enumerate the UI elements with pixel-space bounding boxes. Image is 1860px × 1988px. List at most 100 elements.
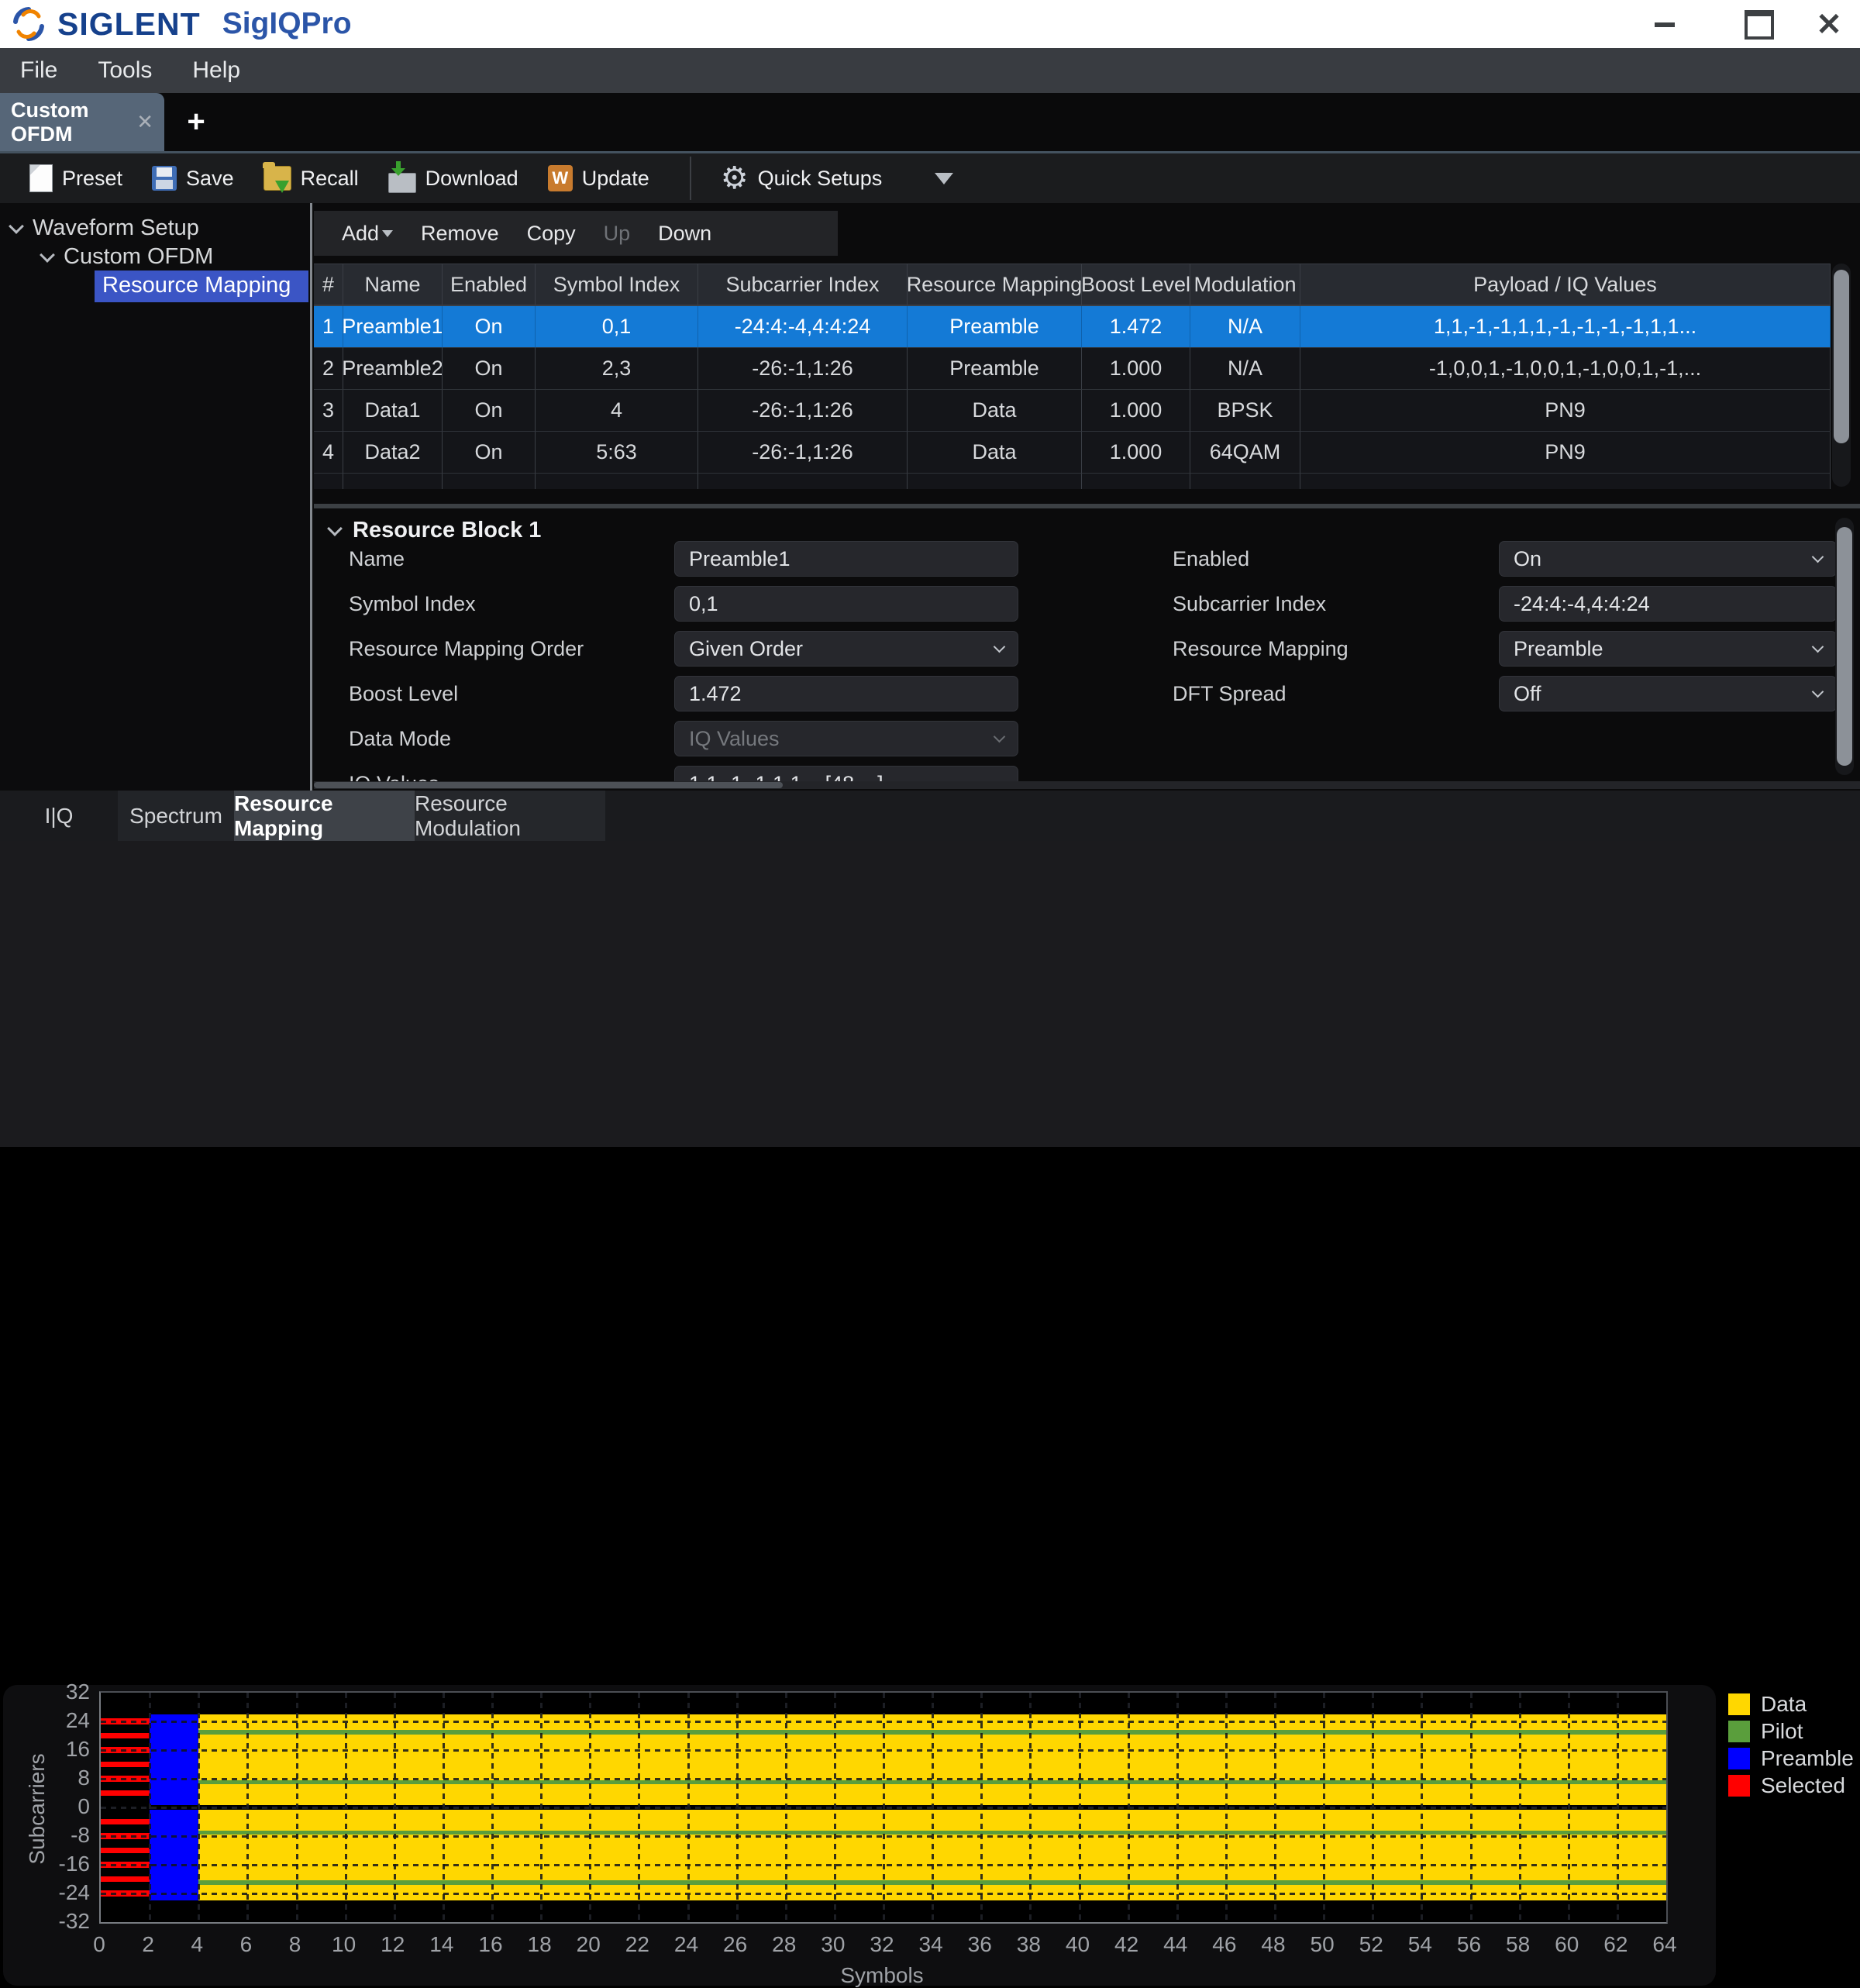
maximize-button[interactable] <box>1744 9 1775 40</box>
x-tick-label: 60 <box>1544 1932 1590 1957</box>
siglent-swirl-icon <box>11 6 46 42</box>
tree-item-waveform-setup[interactable]: Waveform Setup <box>11 215 199 241</box>
x-tick-label: 50 <box>1299 1932 1345 1957</box>
x-tick-label: 4 <box>174 1932 220 1957</box>
field-dropdown-enabled[interactable]: On <box>1499 541 1837 577</box>
x-tick-label: 12 <box>370 1932 416 1957</box>
toolbar-button-label: Preset <box>62 167 122 191</box>
menu-item-help[interactable]: Help <box>172 57 260 84</box>
field-input-subcarrier-index[interactable]: -24:4:-4,4:4:24 <box>1499 586 1837 622</box>
field-value: On <box>1514 547 1541 571</box>
close-button[interactable]: ✕ <box>1814 9 1844 40</box>
column-header-boost-level: Boost Level <box>1082 264 1190 306</box>
toolbar-button-recall[interactable]: Recall <box>264 166 359 191</box>
field-dropdown-data-mode: IQ Values <box>674 721 1018 756</box>
view-tab-i-q[interactable]: I|Q <box>0 791 118 841</box>
chevron-down-icon[interactable] <box>40 247 55 263</box>
form-horizontal-scrollbar[interactable] <box>314 781 1860 789</box>
x-tick-label: 22 <box>614 1932 660 1957</box>
field-input-name[interactable]: Preamble1 <box>674 541 1018 577</box>
toolbar-button-save[interactable]: Save <box>152 166 234 191</box>
table-cell: PN9 <box>1300 390 1831 432</box>
gridline-horizontal <box>101 1835 1666 1838</box>
resource-mapping-table: #NameEnabledSymbol IndexSubcarrier Index… <box>314 264 1831 489</box>
chevron-down-icon[interactable] <box>935 173 953 184</box>
toolbar-button-preset[interactable]: Preset <box>29 164 122 192</box>
view-tab-spectrum[interactable]: Spectrum <box>118 791 234 841</box>
table-cell: 4 <box>314 432 343 474</box>
table-cell: Preamble <box>908 348 1082 390</box>
table-toolbar-down-button[interactable]: Down <box>658 222 711 246</box>
field-input-iq-values[interactable]: 1,1,-1,-1,1,1... [48 ...] <box>674 766 1018 781</box>
minimize-button[interactable] <box>1649 9 1680 40</box>
field-input-boost-level[interactable]: 1.472 <box>674 676 1018 711</box>
title-bar: SIGLENT SigIQPro ✕ <box>0 0 1860 48</box>
column-header-modulation: Modulation <box>1190 264 1300 306</box>
table-scroll-thumb[interactable] <box>1834 270 1849 443</box>
column-header-resource-mapping: Resource Mapping <box>908 264 1082 306</box>
field-value: Given Order <box>689 637 803 661</box>
tree-item-custom-ofdm[interactable]: Custom OFDM <box>42 244 213 270</box>
column-header-subcarrier-index: Subcarrier Index <box>698 264 908 306</box>
field-label: IQ Values <box>349 772 439 782</box>
chart-legend: DataPilotPreambleSelected <box>1728 1692 1854 1798</box>
column-header-symbol-index: Symbol Index <box>536 264 698 306</box>
form-vertical-scrollbar[interactable] <box>1835 518 1854 775</box>
toolbar-button-download[interactable]: Download <box>388 167 518 191</box>
tree-item-resource-mapping[interactable]: Resource Mapping <box>95 270 308 302</box>
view-tab-resource-mapping[interactable]: Resource Mapping <box>234 791 415 841</box>
table-row[interactable]: 2Preamble2On2,3-26:-1,1:26Preamble1.000N… <box>314 348 1831 390</box>
region-selected-bars <box>101 1819 150 1824</box>
x-tick-label: 28 <box>761 1932 808 1957</box>
table-vertical-scrollbar[interactable] <box>1832 264 1851 487</box>
toolbar-button-label: Update <box>582 167 649 191</box>
table-row[interactable]: 3Data1On4-26:-1,1:26Data1.000BPSKPN9 <box>314 390 1831 432</box>
column-header-enabled: Enabled <box>443 264 536 306</box>
menu-item-tools[interactable]: Tools <box>78 57 172 84</box>
table-cell: N/A <box>1190 348 1300 390</box>
field-value: Preamble1 <box>689 547 790 571</box>
chevron-down-icon <box>1812 550 1824 563</box>
legend-label-text: Preamble <box>1761 1746 1854 1771</box>
view-tab-resource-modulation[interactable]: Resource Modulation <box>415 791 605 841</box>
field-input-symbol-index[interactable]: 0,1 <box>674 586 1018 622</box>
tab-close-icon[interactable]: ✕ <box>136 110 153 134</box>
quick-setups-button[interactable]: ⚙Quick Setups <box>721 163 953 194</box>
table-toolbar-add-button[interactable]: Add <box>342 222 393 246</box>
field-value: Off <box>1514 682 1541 706</box>
field-dropdown-resource-mapping[interactable]: Preamble <box>1499 631 1837 667</box>
table-cell: On <box>443 390 536 432</box>
toolbar-button-update[interactable]: WUpdate <box>548 165 649 191</box>
x-tick-label: 44 <box>1152 1932 1199 1957</box>
table-cell <box>1082 474 1190 489</box>
form-row-resource-mapping-order: Resource Mapping Order <box>349 631 584 667</box>
add-tab-button[interactable]: + <box>177 102 215 141</box>
minimize-icon <box>1655 22 1675 27</box>
field-value: 0,1 <box>689 592 718 616</box>
x-tick-label: 24 <box>663 1932 710 1957</box>
tab-custom-ofdm[interactable]: Custom OFDM ✕ <box>0 93 164 151</box>
chevron-down-icon[interactable] <box>9 219 24 234</box>
table-row[interactable]: 1Preamble1On0,1-24:4:-4,4:4:24Preamble1.… <box>314 306 1831 348</box>
form-scroll-thumb[interactable] <box>1837 527 1852 766</box>
field-label: Name <box>349 547 405 571</box>
field-dropdown-dft-spread[interactable]: Off <box>1499 676 1837 711</box>
table-cell: 1,1,-1,-1,1,1,-1,-1,-1,-1,1,1... <box>1300 306 1831 348</box>
table-cell: Data <box>908 432 1082 474</box>
y-tick-label: 32 <box>36 1680 90 1704</box>
menu-item-file[interactable]: File <box>0 57 78 84</box>
table-cell: Data1 <box>343 390 443 432</box>
form-hscroll-thumb[interactable] <box>314 782 783 788</box>
chevron-down-icon <box>994 640 1006 653</box>
table-toolbar-remove-button[interactable]: Remove <box>421 222 499 246</box>
legend-label-text: Selected <box>1761 1773 1845 1798</box>
form-section-header[interactable]: Resource Block 1 <box>329 518 541 543</box>
toolbar-button-label: Recall <box>301 167 359 191</box>
table-row[interactable]: 4Data2On5:63-26:-1,1:26Data1.00064QAMPN9 <box>314 432 1831 474</box>
table-toolbar-copy-button[interactable]: Copy <box>527 222 576 246</box>
table-toolbar-label: Copy <box>527 222 576 246</box>
table-form-divider <box>314 504 1860 508</box>
legend-item-preamble: Preamble <box>1728 1746 1854 1771</box>
field-dropdown-resource-mapping-order[interactable]: Given Order <box>674 631 1018 667</box>
recall-folder-icon <box>264 166 291 191</box>
